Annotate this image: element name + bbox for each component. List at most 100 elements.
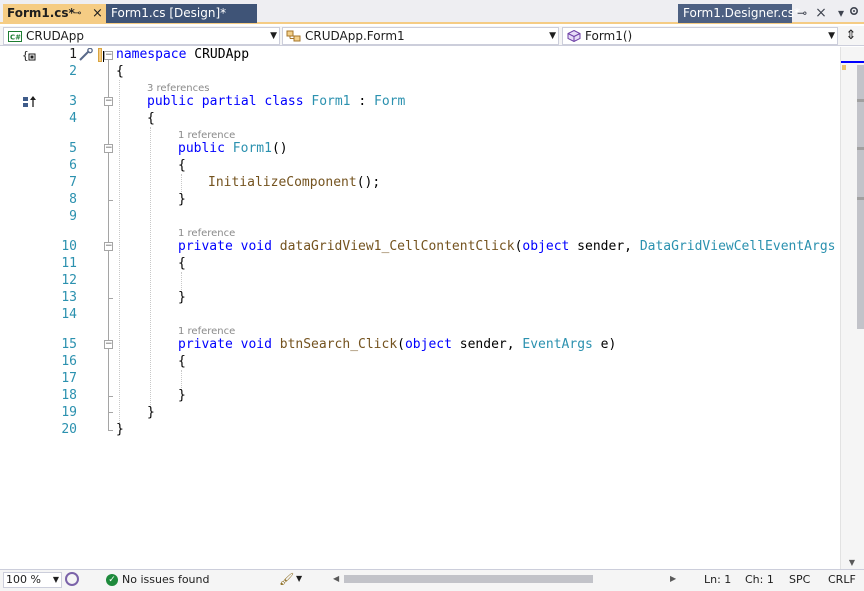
vertical-scrollbar[interactable]: ▼: [840, 47, 864, 569]
code-line[interactable]: private void btnSearch_Click(object send…: [178, 336, 616, 353]
line-number: 9: [69, 209, 77, 224]
line-number: 20: [61, 422, 77, 437]
code-line[interactable]: }: [178, 191, 186, 208]
class-dropdown[interactable]: CRUDApp.Form1 ▼: [282, 27, 559, 45]
code-line[interactable]: private void dataGridView1_CellContentCl…: [178, 238, 859, 255]
line-number: 15: [61, 337, 77, 352]
code-line[interactable]: }: [178, 387, 186, 404]
punctuation: (: [397, 337, 405, 352]
document-tab-strip: Form1.cs* ⊸ × Form1.cs [Design]* Form1.D…: [0, 0, 864, 24]
identifier: sender,: [451, 337, 523, 352]
split-window-button[interactable]: ⇕: [842, 28, 860, 44]
chevron-down-icon: ▼: [549, 31, 556, 41]
outline-end: [108, 298, 113, 299]
line-number: 5: [69, 141, 77, 156]
member-name: Form1(): [585, 29, 633, 43]
collapse-toggle[interactable]: −: [104, 242, 113, 251]
type-name: Form: [374, 94, 406, 109]
outline-line: [108, 349, 109, 396]
punctuation: ();: [356, 175, 381, 190]
close-icon[interactable]: ×: [813, 4, 829, 23]
code-line[interactable]: InitializeComponent();: [208, 174, 380, 191]
code-line[interactable]: public Form1(): [178, 140, 288, 157]
keyword: private void: [178, 239, 272, 254]
settings-icon[interactable]: [846, 4, 862, 23]
code-line[interactable]: {: [178, 255, 186, 272]
type-name: DataGridViewCellEventArgs: [639, 239, 836, 254]
code-line[interactable]: }: [147, 404, 155, 421]
chevron-down-icon: ▼: [828, 31, 835, 41]
punctuation: (): [271, 141, 288, 156]
line-number: 2: [69, 64, 77, 79]
pin-icon[interactable]: ⊸: [73, 4, 81, 23]
code-line[interactable]: {: [178, 353, 186, 370]
scroll-marker: [857, 197, 864, 200]
keyword: public partial class: [147, 94, 304, 109]
caret-position-marker: [841, 61, 864, 63]
line-indicator[interactable]: Ln: 1: [704, 573, 731, 587]
pin-icon[interactable]: ⊸: [794, 4, 810, 23]
method-name: dataGridView1_CellContentClick: [279, 239, 515, 254]
keyword: object: [404, 337, 452, 352]
code-line[interactable]: }: [178, 289, 186, 306]
collapse-toggle[interactable]: −: [104, 51, 113, 60]
unsaved-change-marker: [98, 48, 102, 62]
line-number: 10: [61, 239, 77, 254]
code-cleanup-icon[interactable]: 🖌: [279, 572, 294, 586]
code-editor[interactable]: [0, 47, 840, 569]
line-number: 19: [61, 405, 77, 420]
change-marker: [842, 65, 846, 70]
whitespace-indicator[interactable]: SPC: [789, 573, 810, 587]
method-name: InitializeComponent: [208, 175, 357, 190]
line-number: 12: [61, 273, 77, 288]
collapse-toggle[interactable]: −: [104, 97, 113, 106]
scroll-marker: [857, 99, 864, 102]
line-number: 7: [69, 175, 77, 190]
method-name: btnSearch_Click: [279, 337, 398, 352]
outline-end: [108, 200, 113, 201]
line-number: 14: [61, 307, 77, 322]
class-name: CRUDApp.Form1: [305, 29, 405, 43]
scroll-down-icon[interactable]: ▼: [841, 558, 863, 567]
svg-text:C#: C#: [10, 33, 21, 41]
gear-icon: [849, 6, 859, 16]
collapse-toggle[interactable]: −: [104, 340, 113, 349]
line-number: 13: [61, 290, 77, 305]
code-line[interactable]: {: [178, 157, 186, 174]
quick-actions-icon[interactable]: [78, 47, 94, 65]
line-ending-indicator[interactable]: CRLF: [828, 573, 856, 587]
zoom-dropdown[interactable]: 100 % ▼: [3, 572, 62, 588]
type-name: Form1: [311, 94, 351, 109]
scroll-right-icon[interactable]: ▶: [670, 574, 676, 583]
code-line[interactable]: }: [116, 421, 124, 438]
code-line[interactable]: {: [116, 63, 124, 80]
tab-form1-design[interactable]: Form1.cs [Design]*: [106, 4, 257, 23]
type-name: EventArgs: [522, 337, 593, 352]
scroll-left-icon[interactable]: ◀: [333, 574, 339, 583]
intellicode-icon[interactable]: [65, 572, 79, 586]
navigation-bar: C# CRUDApp ▼ CRUDApp.Form1 ▼ Form1() ▼ ⇕: [0, 26, 864, 46]
issues-status[interactable]: No issues found: [122, 573, 209, 587]
line-number: 4: [69, 111, 77, 126]
outline-line: [108, 153, 109, 200]
class-icon: [286, 30, 302, 42]
line-number: 16: [61, 354, 77, 369]
editor-status-bar: 100 % ▼ ✓ No issues found 🖌 ▼ ◀ ▶ Ln: 1 …: [0, 569, 864, 591]
chevron-down-icon[interactable]: ▼: [296, 574, 302, 583]
code-line[interactable]: public partial class Form1 : Form: [147, 93, 405, 110]
code-line[interactable]: namespace CRUDApp: [116, 46, 249, 63]
keyword: private void: [178, 337, 272, 352]
scrollbar-thumb[interactable]: [344, 575, 593, 583]
close-icon[interactable]: ×: [92, 4, 103, 23]
keyword: namespace: [116, 47, 187, 62]
tab-form1-designer-cs[interactable]: Form1.Designer.cs*: [678, 4, 800, 23]
project-dropdown[interactable]: C# CRUDApp ▼: [3, 27, 280, 45]
tab-form1-cs[interactable]: Form1.cs* ⊸ ×: [3, 4, 106, 23]
method-icon: [566, 30, 582, 42]
collapse-toggle[interactable]: −: [104, 144, 113, 153]
code-line[interactable]: {: [147, 110, 155, 127]
line-number: 11: [61, 256, 77, 271]
keyword: public: [178, 141, 225, 156]
column-indicator[interactable]: Ch: 1: [745, 573, 774, 587]
member-dropdown[interactable]: Form1() ▼: [562, 27, 838, 45]
